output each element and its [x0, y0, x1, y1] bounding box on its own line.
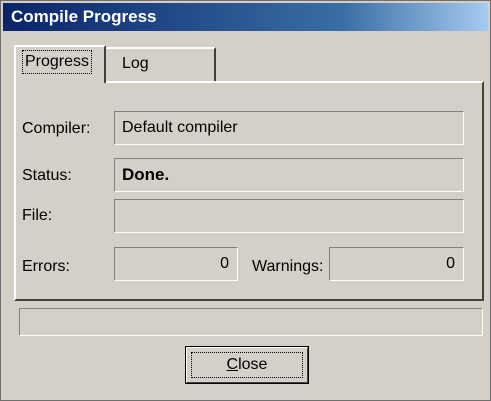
errors-field: 0 [114, 247, 238, 281]
warnings-field: 0 [329, 247, 464, 281]
errors-label: Errors: [22, 258, 70, 275]
close-button-focus-rect: Close [191, 352, 303, 378]
close-button[interactable]: Close [185, 346, 309, 384]
tab-progress-label: Progress [22, 50, 93, 74]
title-bar[interactable]: Compile Progress [3, 3, 488, 31]
close-mnemonic: C [226, 356, 239, 373]
compile-progress-bar [19, 308, 483, 336]
file-label: File: [22, 207, 53, 224]
compile-progress-dialog: Compile Progress Progress Log Compiler: … [0, 0, 491, 401]
close-label-rest: lose [238, 356, 268, 373]
compiler-field: Default compiler [114, 111, 464, 145]
tab-log[interactable]: Log [106, 47, 216, 83]
tab-progress[interactable]: Progress [14, 45, 106, 83]
progress-tab-panel: Compiler: Default compiler Status: Done.… [14, 81, 484, 301]
status-field: Done. [114, 158, 464, 192]
tab-log-label: Log [122, 55, 149, 72]
file-field [114, 199, 464, 233]
status-label: Status: [22, 167, 72, 184]
warnings-label: Warnings: [252, 258, 324, 275]
window-title: Compile Progress [11, 7, 157, 26]
compiler-label: Compiler: [22, 120, 91, 137]
